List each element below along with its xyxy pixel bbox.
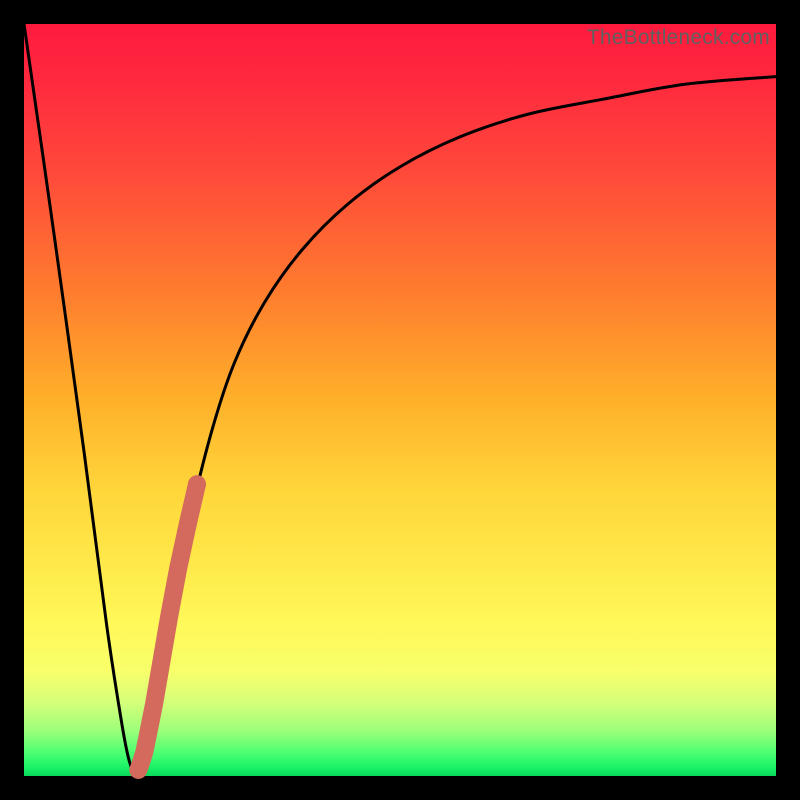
plot-area: TheBottleneck.com [24, 24, 776, 776]
chart-frame: TheBottleneck.com [0, 0, 800, 800]
chart-svg [24, 24, 776, 776]
highlight-base-dot [131, 763, 145, 777]
bottleneck-curve-path [24, 24, 776, 776]
highlight-segment-path [138, 484, 197, 770]
highlight-end-dot [188, 475, 206, 493]
